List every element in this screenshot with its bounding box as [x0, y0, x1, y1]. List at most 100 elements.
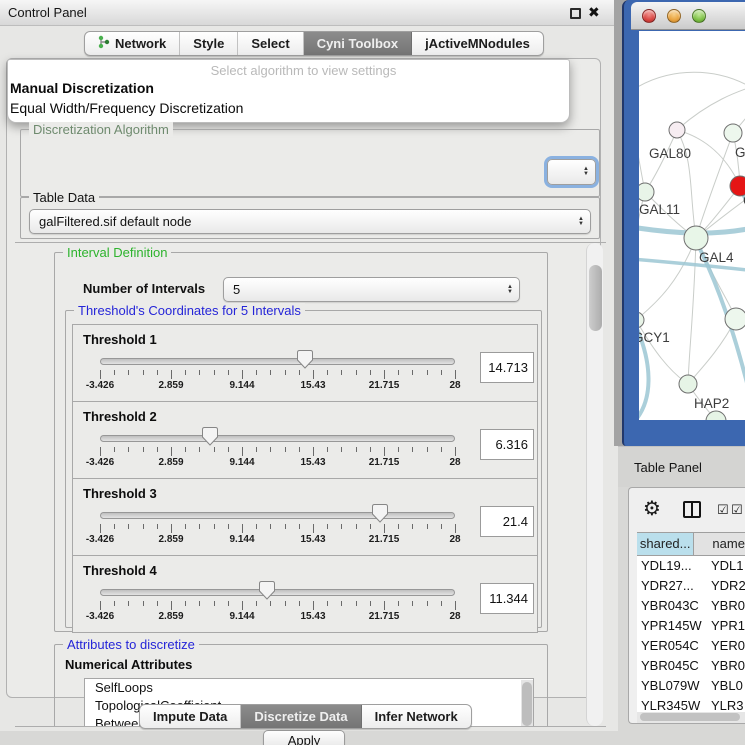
table-row[interactable]: YBR043CYBR0 [637, 596, 745, 616]
threshold-slider-thumb[interactable] [258, 580, 276, 601]
network-edge [677, 86, 745, 130]
tab-select[interactable]: Select [238, 32, 303, 55]
network-node[interactable] [679, 375, 697, 393]
checkbox-checked-icon[interactable]: ☑ [717, 502, 729, 518]
tab-network[interactable]: Network [85, 32, 180, 55]
tab-jactivemnodules[interactable]: jActiveMNodules [412, 32, 543, 55]
dropdown-option-equal-width[interactable]: Equal Width/Frequency Discretization [10, 100, 243, 116]
panel-scrollbar[interactable] [586, 243, 603, 726]
group-title-discretization-algorithm: Discretization Algorithm [29, 122, 173, 137]
threshold-label: Threshold 2 [83, 409, 157, 424]
close-traffic-light-icon[interactable] [642, 9, 656, 23]
tick-mark [199, 524, 200, 529]
network-node[interactable] [684, 226, 708, 250]
threshold-slider-thumb[interactable] [201, 426, 219, 447]
cell-name: YDL1 [705, 556, 744, 576]
tick-mark [370, 447, 371, 452]
table-row[interactable]: YDL19...YDL1 [637, 556, 745, 576]
tick-mark [327, 370, 328, 375]
network-node[interactable] [724, 124, 742, 142]
tick-mark [128, 601, 129, 606]
tick-mark [128, 447, 129, 452]
table-row[interactable]: YDR27...YDR2 [637, 576, 745, 596]
tab-style[interactable]: Style [180, 32, 238, 55]
tick-mark [313, 370, 314, 379]
tick-mark [242, 370, 243, 379]
checkbox-checked-icon[interactable]: ☑ [731, 502, 743, 518]
threshold-value-field[interactable]: 6.316 [480, 429, 534, 460]
scrollbar-thumb[interactable] [640, 713, 740, 721]
network-node[interactable] [725, 308, 745, 330]
number-of-intervals-combobox[interactable]: 5 ▲▼ [223, 277, 520, 302]
tick-label: 9.144 [229, 457, 254, 468]
table-body: YDL19...YDL1YDR27...YDR2YBR043CYBR0YPR14… [637, 556, 745, 712]
tick-label: 15.43 [300, 457, 325, 468]
attribute-list-item[interactable]: SelfLoops [85, 679, 533, 697]
apply-button[interactable]: Apply [263, 730, 345, 745]
threshold-slider-track[interactable] [100, 435, 455, 442]
tick-mark [100, 601, 101, 610]
tab-cyni-toolbox[interactable]: Cyni Toolbox [304, 32, 412, 55]
tick-mark [128, 370, 129, 375]
tab-infer-network[interactable]: Infer Network [362, 705, 471, 728]
threshold-slider-track[interactable] [100, 512, 455, 519]
tick-mark [199, 601, 200, 606]
table-horizontal-scrollbar[interactable] [637, 712, 745, 723]
attributes-scrollbar[interactable] [521, 680, 533, 727]
network-node[interactable] [639, 183, 654, 201]
tick-mark [157, 370, 158, 375]
table-row[interactable]: YBL079WYBL0 [637, 676, 745, 696]
table-row[interactable]: YER054CYER0 [637, 636, 745, 656]
tab-label: Infer Network [375, 709, 458, 724]
network-node-label: GA [735, 145, 745, 160]
table-row[interactable]: YPR145WYPR1 [637, 616, 745, 636]
column-layout-icon[interactable] [683, 501, 701, 518]
network-node-label: HAP2 [694, 396, 729, 411]
tick-mark [384, 370, 385, 379]
scrollbar-thumb[interactable] [589, 265, 602, 331]
table-data-combobox[interactable]: galFiltered.sif default node ▲▼ [29, 209, 591, 234]
cell-name: YDR2 [705, 576, 745, 596]
panel-title: Control Panel [8, 5, 87, 20]
network-canvas[interactable]: GAL80GACGAL11GAL4GCY1HHAP2 [639, 31, 745, 420]
combo-stepper-icon[interactable]: ▲▼ [501, 285, 519, 295]
threshold-value-field[interactable]: 21.4 [480, 506, 534, 537]
tick-mark [412, 447, 413, 452]
tick-mark [441, 370, 442, 375]
tick-mark [157, 524, 158, 529]
table-row[interactable]: YLR345WYLR3 [637, 696, 745, 712]
column-header-shared-name[interactable]: shared... [637, 533, 694, 555]
threshold-slider-thumb[interactable] [296, 349, 314, 370]
scrollbar-thumb[interactable] [522, 682, 532, 726]
threshold-value-field[interactable]: 14.713 [480, 352, 534, 383]
close-icon[interactable]: ✖ [588, 4, 600, 21]
tab-impute-data[interactable]: Impute Data [140, 705, 241, 728]
tab-label: Discretize Data [254, 709, 347, 724]
tick-mark [313, 447, 314, 456]
algorithm-combobox[interactable]: ▲▼ [547, 159, 596, 185]
float-window-icon[interactable] [570, 8, 581, 19]
tab-label: Style [193, 36, 224, 51]
zoom-traffic-light-icon[interactable] [692, 9, 706, 23]
tick-mark [441, 524, 442, 529]
gear-icon[interactable]: ⚙ [643, 496, 661, 521]
tab-discretize-data[interactable]: Discretize Data [241, 705, 361, 728]
tick-mark [327, 524, 328, 529]
combo-stepper-icon[interactable]: ▲▼ [572, 217, 590, 227]
dropdown-option-manual[interactable]: Manual Discretization [10, 80, 154, 96]
cell-shared-name: YBR043C [637, 596, 705, 616]
table-row[interactable]: YBR045CYBR0 [637, 656, 745, 676]
tick-mark [228, 601, 229, 606]
threshold-slider-track[interactable] [100, 358, 455, 365]
threshold-slider-thumb[interactable] [371, 503, 389, 524]
column-header-name[interactable]: name [694, 533, 745, 555]
tick-mark [412, 524, 413, 529]
combo-stepper-icon[interactable]: ▲▼ [577, 167, 595, 177]
network-node[interactable] [669, 122, 685, 138]
minimize-traffic-light-icon[interactable] [667, 9, 681, 23]
tick-label: -3.426 [86, 457, 114, 468]
tick-label: 28 [449, 534, 460, 545]
threshold-slider-track[interactable] [100, 589, 455, 596]
threshold-value-field[interactable]: 11.344 [480, 583, 534, 614]
tick-label: 15.43 [300, 611, 325, 622]
